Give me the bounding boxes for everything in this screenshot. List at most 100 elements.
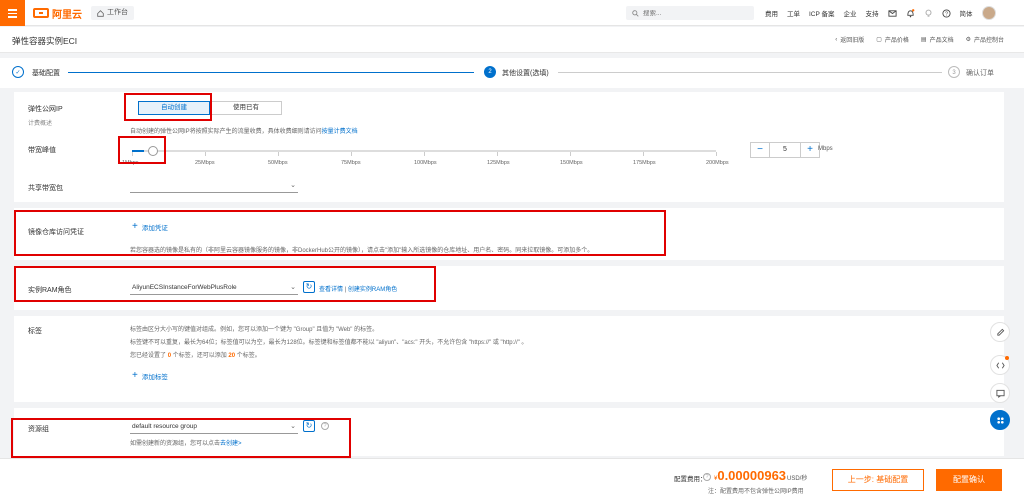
bell-icon[interactable] — [906, 8, 915, 18]
add-credential-button[interactable]: + 添加凭证 — [132, 222, 168, 233]
eip-use-existing-option[interactable]: 使用已有 — [210, 101, 282, 115]
step-1-check-icon: ✓ — [12, 66, 24, 78]
eip-auto-create-option[interactable]: 自动创建 — [138, 101, 210, 115]
logo-text: 阿里云 — [52, 9, 82, 21]
bandwidth-slider-fill — [132, 150, 144, 152]
registry-credentials-label: 镜像仓库访问凭证 — [28, 229, 84, 236]
view-ram-details-link[interactable]: 查看详情 — [319, 287, 343, 293]
bandwidth-tick-mark — [497, 152, 498, 156]
search-input[interactable] — [643, 9, 743, 17]
bandwidth-slider-handle[interactable] — [147, 146, 158, 156]
resource-group-select[interactable]: default resource group ⌄ — [130, 420, 298, 434]
network-settings-panel: 弹性公网IP 计费概述 自动创建 使用已有 自动创建的弹性公网IP将按照实际产生… — [14, 92, 1004, 202]
tags-set-count: 0 — [167, 353, 172, 359]
ram-role-links: 查看详情 | 创建实例RAM角色 — [319, 284, 397, 293]
lightbulb-icon[interactable] — [924, 9, 933, 18]
nav-link-support[interactable]: 支持 — [866, 8, 879, 18]
back-to-old-version-link[interactable]: ‹ 返回旧版 — [835, 35, 865, 45]
bandwidth-increase-button[interactable]: + — [801, 143, 819, 157]
aliyun-logo-icon — [33, 8, 49, 18]
chat-icon — [995, 389, 1005, 398]
bandwidth-decrease-button[interactable]: − — [751, 143, 769, 157]
user-avatar[interactable] — [981, 6, 996, 20]
nav-link-tickets[interactable]: 工单 — [787, 8, 800, 18]
wizard-steps: ✓ 基础配置 2 其他设置(选填) 3 确认订单 — [0, 58, 1024, 88]
plus-icon: + — [132, 370, 138, 381]
step-2-label: 其他设置(选填) — [502, 70, 549, 77]
edit-float-button[interactable] — [990, 322, 1010, 342]
help-icon[interactable]: ? — [321, 422, 329, 430]
nav-link-enterprise[interactable]: 企业 — [844, 8, 857, 18]
language-switch[interactable]: 简体 — [960, 8, 973, 18]
create-ram-role-link[interactable]: 创建实例RAM角色 — [348, 287, 397, 293]
notification-dot — [1005, 356, 1009, 360]
bandwidth-tick-label: 1Mbps — [122, 160, 139, 166]
fee-unit: USD/秒 — [787, 476, 808, 482]
message-icon[interactable] — [887, 9, 897, 18]
hamburger-menu-icon[interactable] — [0, 0, 25, 26]
shared-bandwidth-select[interactable]: ⌄ — [130, 179, 298, 193]
bandwidth-tick-mark — [132, 152, 133, 156]
confirm-config-button[interactable]: 配置确认 — [936, 469, 1002, 491]
ram-role-select[interactable]: AliyunECSInstanceForWebPlusRole ⌄ — [130, 281, 298, 295]
svg-text:?: ? — [945, 11, 948, 17]
link-separator: | — [344, 287, 347, 293]
registry-credentials-panel: 镜像仓库访问凭证 + 添加凭证 若您容器选的镜像是私有的（非阿里云容器镜像服务的镜… — [14, 208, 1004, 260]
bandwidth-tick-label: 125Mbps — [487, 160, 510, 166]
top-nav-links: 费用 工单 ICP 备案 企业 支持 ? 简体 — [765, 0, 996, 26]
resource-group-hint-text: 如需创建新的资源组，您可以点击 — [130, 441, 221, 447]
header-links: ‹ 返回旧版 ▢ 产品价格 ▤ 产品文档 ⚙ 产品控制台 — [835, 35, 1004, 45]
tags-remaining-count: 20 — [228, 353, 236, 359]
shared-bandwidth-label: 共享带宽包 — [28, 185, 63, 192]
bandwidth-tick-label: 75Mbps — [341, 160, 361, 166]
help-icon[interactable]: ? — [703, 473, 711, 481]
help-circle-icon[interactable]: ? — [941, 8, 951, 18]
code-icon — [995, 362, 1005, 368]
eip-billing-overview-link[interactable]: 计费概述 — [28, 118, 52, 127]
pay-as-you-go-docs-link[interactable]: 按量计费文档 — [322, 129, 358, 135]
create-resource-group-link[interactable]: 去创建> — [220, 441, 242, 447]
back-link-label: 返回旧版 — [840, 38, 865, 44]
bandwidth-tick-label: 50Mbps — [268, 160, 288, 166]
refresh-icon[interactable]: ↻ — [303, 281, 315, 293]
resource-group-panel: 资源组 default resource group ⌄ ↻ ? 如需创建新的资… — [14, 408, 1004, 456]
global-search[interactable] — [626, 6, 754, 20]
step-1-label[interactable]: 基础配置 — [32, 68, 60, 78]
aliyun-logo[interactable]: 阿里云 — [33, 7, 82, 21]
chevron-left-icon: ‹ — [835, 36, 838, 43]
product-console-link[interactable]: ⚙ 产品控制台 — [966, 35, 1004, 44]
nav-link-icp[interactable]: ICP 备案 — [809, 8, 835, 18]
order-footer: 配置费用： ? ¥0.00000963 USD/秒 注：配置费用不包含弹性公网I… — [0, 458, 1024, 501]
eip-label: 弹性公网IP — [28, 106, 63, 113]
document-icon: ▢ — [876, 37, 882, 43]
page-header: 弹性容器实例ECI ‹ 返回旧版 ▢ 产品价格 ▤ 产品文档 ⚙ 产品控制台 — [0, 27, 1024, 53]
console-link-label: 产品控制台 — [973, 38, 1004, 44]
bandwidth-tick-mark — [278, 152, 279, 156]
bandwidth-value-input[interactable]: 5 — [769, 143, 801, 157]
bandwidth-stepper[interactable]: − 5 + — [750, 142, 820, 158]
grid-apps-icon — [996, 416, 1004, 424]
chevron-down-icon: ⌄ — [290, 284, 296, 291]
bandwidth-tick-mark — [351, 152, 352, 156]
ram-role-value: AliyunECSInstanceForWebPlusRole — [132, 284, 237, 291]
page-title: 弹性容器实例ECI — [12, 36, 78, 46]
add-tag-button[interactable]: + 添加标签 — [132, 370, 168, 382]
pencil-icon — [996, 328, 1004, 336]
product-docs-link[interactable]: ▤ 产品文档 — [921, 35, 954, 44]
workbench-button[interactable]: 工作台 — [91, 6, 134, 20]
eip-hint-text: 自动创建的弹性公网IP将按照实际产生的流量收费，具体收费细则请访问 — [130, 129, 322, 135]
nav-link-fees[interactable]: 费用 — [765, 8, 778, 18]
previous-step-button[interactable]: 上一步: 基础配置 — [832, 469, 924, 491]
product-pricing-link[interactable]: ▢ 产品价格 — [876, 35, 909, 44]
step-2-circle: 2 — [484, 66, 496, 78]
step-line-2 — [558, 72, 942, 73]
api-float-button[interactable] — [990, 355, 1010, 375]
ram-role-label: 实例RAM角色 — [28, 287, 72, 294]
refresh-icon[interactable]: ↻ — [303, 420, 315, 432]
gear-icon: ⚙ — [965, 37, 971, 43]
bandwidth-tick-mark — [570, 152, 571, 156]
tags-count-suffix: 个标签。 — [236, 353, 261, 359]
tags-count-prefix: 您已经设置了 — [130, 353, 167, 359]
feedback-float-button[interactable] — [990, 383, 1010, 403]
apps-float-button[interactable] — [990, 410, 1010, 430]
